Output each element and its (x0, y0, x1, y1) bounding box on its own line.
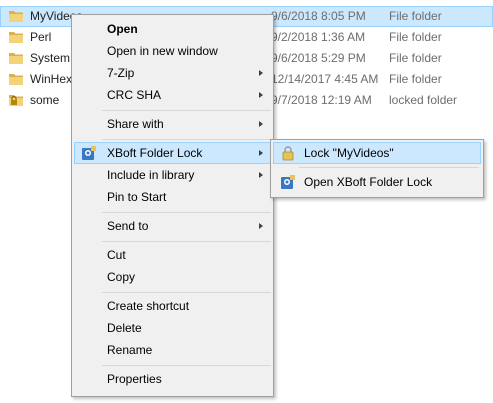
chevron-right-icon (259, 121, 263, 127)
menu-item-share-with[interactable]: Share with (74, 113, 271, 135)
menu-separator (102, 212, 271, 213)
menu-item-label: Open (107, 22, 138, 36)
menu-item-label: Create shortcut (107, 299, 190, 313)
file-name: WinHex (30, 72, 73, 86)
folder-icon (9, 74, 23, 85)
menu-item-crc-sha[interactable]: CRC SHA (74, 84, 271, 106)
submenu-item-open-xboft[interactable]: Open XBoft Folder Lock (273, 171, 481, 193)
folder-icon (9, 32, 23, 43)
menu-item-rename[interactable]: Rename (74, 339, 271, 361)
folder-icon (9, 11, 23, 22)
file-date: 9/6/2018 5:29 PM (271, 51, 366, 65)
menu-item-label: Include in library (107, 168, 195, 182)
lock-icon (282, 146, 294, 161)
chevron-right-icon (259, 223, 263, 229)
menu-item-label: Properties (107, 372, 162, 386)
menu-separator (299, 167, 479, 168)
menu-item-label: Pin to Start (107, 190, 167, 204)
menu-item-label: 7-Zip (107, 66, 135, 80)
menu-item-label: Delete (107, 321, 142, 335)
menu-item-cut[interactable]: Cut (74, 244, 271, 266)
file-date: 9/7/2018 12:19 AM (271, 93, 372, 107)
file-date: 9/6/2018 8:05 PM (271, 9, 366, 23)
xboft-lock-icon (281, 175, 295, 189)
menu-item-open-new-window[interactable]: Open in new window (74, 40, 271, 62)
menu-item-label: Cut (107, 248, 126, 262)
xboft-submenu: Lock "MyVideos" Open XBoft Folder Lock (270, 139, 484, 198)
submenu-item-lock[interactable]: Lock "MyVideos" (273, 142, 481, 164)
menu-item-pin-to-start[interactable]: Pin to Start (74, 186, 271, 208)
menu-item-7zip[interactable]: 7-Zip (74, 62, 271, 84)
menu-separator (102, 365, 271, 366)
menu-item-create-shortcut[interactable]: Create shortcut (74, 295, 271, 317)
chevron-right-icon (259, 70, 263, 76)
menu-item-label: Open XBoft Folder Lock (304, 175, 433, 189)
menu-item-xboft-folder-lock[interactable]: XBoft Folder Lock (74, 142, 271, 164)
menu-item-label: Copy (107, 270, 136, 284)
file-date: 12/14/2017 4:45 AM (271, 72, 379, 86)
context-menu: Open Open in new window 7-Zip CRC SHA Sh… (71, 14, 274, 397)
menu-item-open[interactable]: Open (74, 18, 271, 40)
menu-item-properties[interactable]: Properties (74, 368, 271, 390)
menu-item-label: Lock "MyVideos" (304, 146, 394, 160)
file-date: 9/2/2018 1:36 AM (271, 30, 366, 44)
menu-item-label: Send to (107, 219, 149, 233)
folder-icon (9, 53, 23, 64)
menu-item-send-to[interactable]: Send to (74, 215, 271, 237)
menu-item-include-in-library[interactable]: Include in library (74, 164, 271, 186)
file-type: File folder (389, 30, 442, 44)
menu-separator (102, 139, 271, 140)
menu-item-label: Share with (107, 117, 164, 131)
file-type: locked folder (389, 93, 458, 107)
file-name: Perl (30, 30, 52, 44)
file-row-partial[interactable]: ← j (0, 0, 493, 4)
locked-folder-icon (9, 95, 23, 106)
menu-separator (102, 110, 271, 111)
menu-item-label: CRC SHA (107, 88, 162, 102)
chevron-right-icon (259, 150, 263, 156)
menu-item-label: Open in new window (107, 44, 218, 58)
xboft-lock-icon (82, 146, 96, 160)
menu-item-delete[interactable]: Delete (74, 317, 271, 339)
file-type: File folder (389, 51, 442, 65)
menu-item-label: Rename (107, 343, 153, 357)
chevron-right-icon (259, 92, 263, 98)
menu-separator (102, 241, 271, 242)
menu-item-label: XBoft Folder Lock (107, 146, 203, 160)
menu-separator (102, 292, 271, 293)
file-type: File folder (389, 9, 442, 23)
file-name: some (30, 93, 60, 107)
file-type: File folder (389, 72, 442, 86)
menu-item-copy[interactable]: Copy (74, 266, 271, 288)
chevron-right-icon (259, 172, 263, 178)
